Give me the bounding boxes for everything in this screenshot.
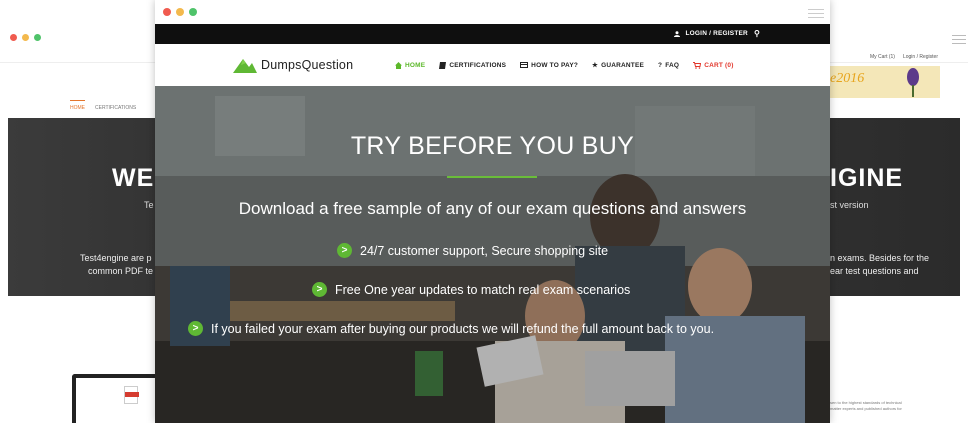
nav-certifications-label: CERTIFICATIONS [449, 61, 507, 69]
hero-bullet-1-text: 24/7 customer support, Secure shopping s… [360, 243, 609, 258]
laptop-illustration [72, 374, 162, 423]
background-year-text: e2016 [830, 71, 865, 86]
question-icon: ? [658, 61, 663, 69]
main-navbar: DumpsQuestion HOME CERTIFICATIONS HOW TO… [155, 44, 830, 86]
background-login-link[interactable]: Login / Register [903, 54, 938, 60]
nav-certifications[interactable]: CERTIFICATIONS [439, 61, 506, 69]
logo-mountain-icon [233, 59, 257, 73]
book-icon [439, 61, 447, 69]
screenshot-stage: My Cart (1) Login / Register e2016 HOME … [0, 0, 968, 423]
background-nav-certifications[interactable]: CERTIFICATIONS [95, 100, 136, 111]
top-bar: LOGIN / REGISTER ⚲ [155, 24, 830, 44]
background-hero-title-right: IGINE [830, 164, 904, 192]
nav-cart-label: CART (0) [704, 61, 734, 69]
hero-bullet-1: > 24/7 customer support, Secure shopping… [337, 243, 608, 258]
nav-home-label: HOME [405, 61, 426, 69]
nav-cart[interactable]: CART (0) [693, 61, 733, 69]
maximize-dot-icon [34, 34, 41, 41]
nav-guarantee[interactable]: ★ GUARANTEE [592, 61, 645, 70]
background-small-text: sen to the highest standards of technica… [830, 400, 902, 412]
close-dot-icon[interactable] [163, 8, 171, 16]
lavender-icon [907, 68, 919, 97]
top-bar-actions: LOGIN / REGISTER ⚲ [673, 29, 761, 38]
primary-nav: HOME CERTIFICATIONS HOW TO PAY? ★ GUARAN… [395, 61, 734, 69]
nav-how-to-pay[interactable]: HOW TO PAY? [520, 61, 578, 69]
background-hero-title-left: WE [112, 164, 155, 192]
foreground-browser-window: LOGIN / REGISTER ⚲ DumpsQuestion HOME CE… [155, 0, 830, 423]
maximize-dot-icon[interactable] [189, 8, 197, 16]
login-register-link[interactable]: LOGIN / REGISTER [686, 30, 748, 37]
nav-how-to-pay-label: HOW TO PAY? [531, 61, 579, 69]
pdf-icon [124, 386, 139, 404]
hero-title: TRY BEFORE YOU BUY [350, 132, 635, 160]
nav-guarantee-label: GUARANTEE [601, 61, 645, 69]
chevron-right-icon: > [337, 243, 352, 258]
background-nav: HOME CERTIFICATIONS [70, 100, 136, 111]
hero-bullet-2: > Free One year updates to match real ex… [312, 282, 630, 297]
background-hero-text-right-2: ear test questions and [830, 266, 919, 276]
home-icon [395, 61, 402, 69]
card-icon [520, 62, 529, 68]
chevron-right-icon: > [188, 321, 203, 336]
search-icon[interactable]: ⚲ [754, 29, 760, 38]
hero-banner: TRY BEFORE YOU BUY Download a free sampl… [155, 86, 830, 423]
background-menu-icon [952, 32, 966, 47]
nav-home[interactable]: HOME [395, 61, 425, 69]
hero-title-underline [447, 176, 537, 178]
star-icon: ★ [592, 62, 599, 69]
hero-subtitle: Download a free sample of any of our exa… [238, 199, 747, 218]
menu-icon[interactable] [808, 6, 824, 21]
chevron-right-icon: > [312, 282, 327, 297]
window-controls [163, 8, 197, 16]
background-hero-text-left-1: Test4engine are p [80, 253, 152, 263]
cart-icon [693, 61, 702, 69]
background-top-links: My Cart (1) Login / Register [870, 54, 938, 60]
hero-bullet-3-text: If you failed your exam after buying our… [211, 321, 715, 336]
background-small-text-line-2: matter experts and published authors for [830, 406, 902, 411]
background-hero-text-right-1: n exams. Besides for the [830, 253, 930, 263]
brand-name: DumpsQuestion [261, 58, 354, 72]
background-hero-text-left-2: common PDF te [88, 266, 154, 276]
hero-bullet-3: > If you failed your exam after buying o… [188, 321, 714, 336]
background-window-controls [10, 34, 41, 41]
background-hero-sub-right: st version [830, 200, 869, 210]
background-hero-sub-left: Te [144, 200, 154, 210]
nav-faq[interactable]: ? FAQ [658, 61, 679, 69]
minimize-dot-icon [22, 34, 29, 41]
window-titlebar [155, 0, 830, 24]
close-dot-icon [10, 34, 17, 41]
background-cart-link[interactable]: My Cart (1) [870, 54, 895, 60]
background-nav-home[interactable]: HOME [70, 100, 85, 111]
minimize-dot-icon[interactable] [176, 8, 184, 16]
user-icon [673, 30, 680, 37]
site-logo[interactable]: DumpsQuestion [233, 57, 353, 73]
nav-faq-label: FAQ [665, 61, 680, 69]
hero-bullet-2-text: Free One year updates to match real exam… [335, 282, 631, 297]
